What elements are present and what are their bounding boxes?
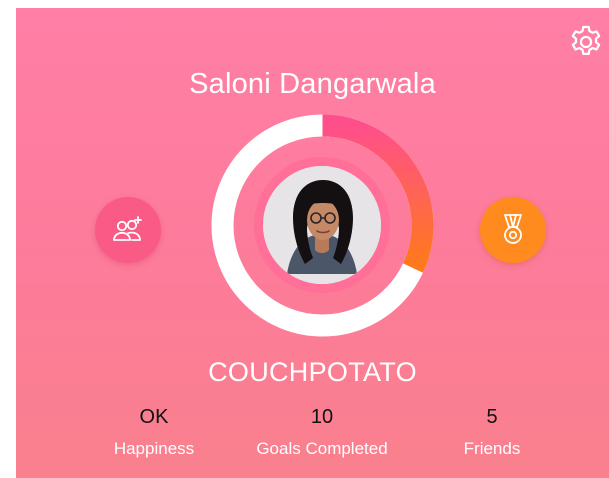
- profile-card: Saloni Dangarwala COUCHPOTATO OK Happine…: [16, 8, 609, 478]
- medal-icon: [504, 214, 522, 244]
- stat-value: 5: [486, 406, 498, 428]
- avatar-frame: [254, 157, 390, 293]
- stat-happiness: OK Happiness: [104, 405, 204, 461]
- stat-value: 10: [310, 406, 334, 428]
- stat-value: OK: [139, 406, 169, 428]
- add-friends-icon: [113, 216, 142, 241]
- stat-label: Goals Completed: [256, 439, 388, 458]
- gear-icon: [571, 25, 601, 55]
- achievements-button[interactable]: [480, 197, 546, 263]
- add-friends-button[interactable]: [95, 197, 161, 263]
- settings-button[interactable]: [566, 22, 606, 62]
- stat-label: Happiness: [113, 439, 195, 458]
- stat-label: Friends: [463, 439, 521, 458]
- avatar: [263, 166, 381, 284]
- stat-friends: 5 Friends: [442, 405, 542, 461]
- stat-goals-completed: 10 Goals Completed: [237, 405, 407, 461]
- level-title: COUCHPOTATO: [208, 357, 417, 387]
- profile-name: Saloni Dangarwala: [189, 68, 436, 100]
